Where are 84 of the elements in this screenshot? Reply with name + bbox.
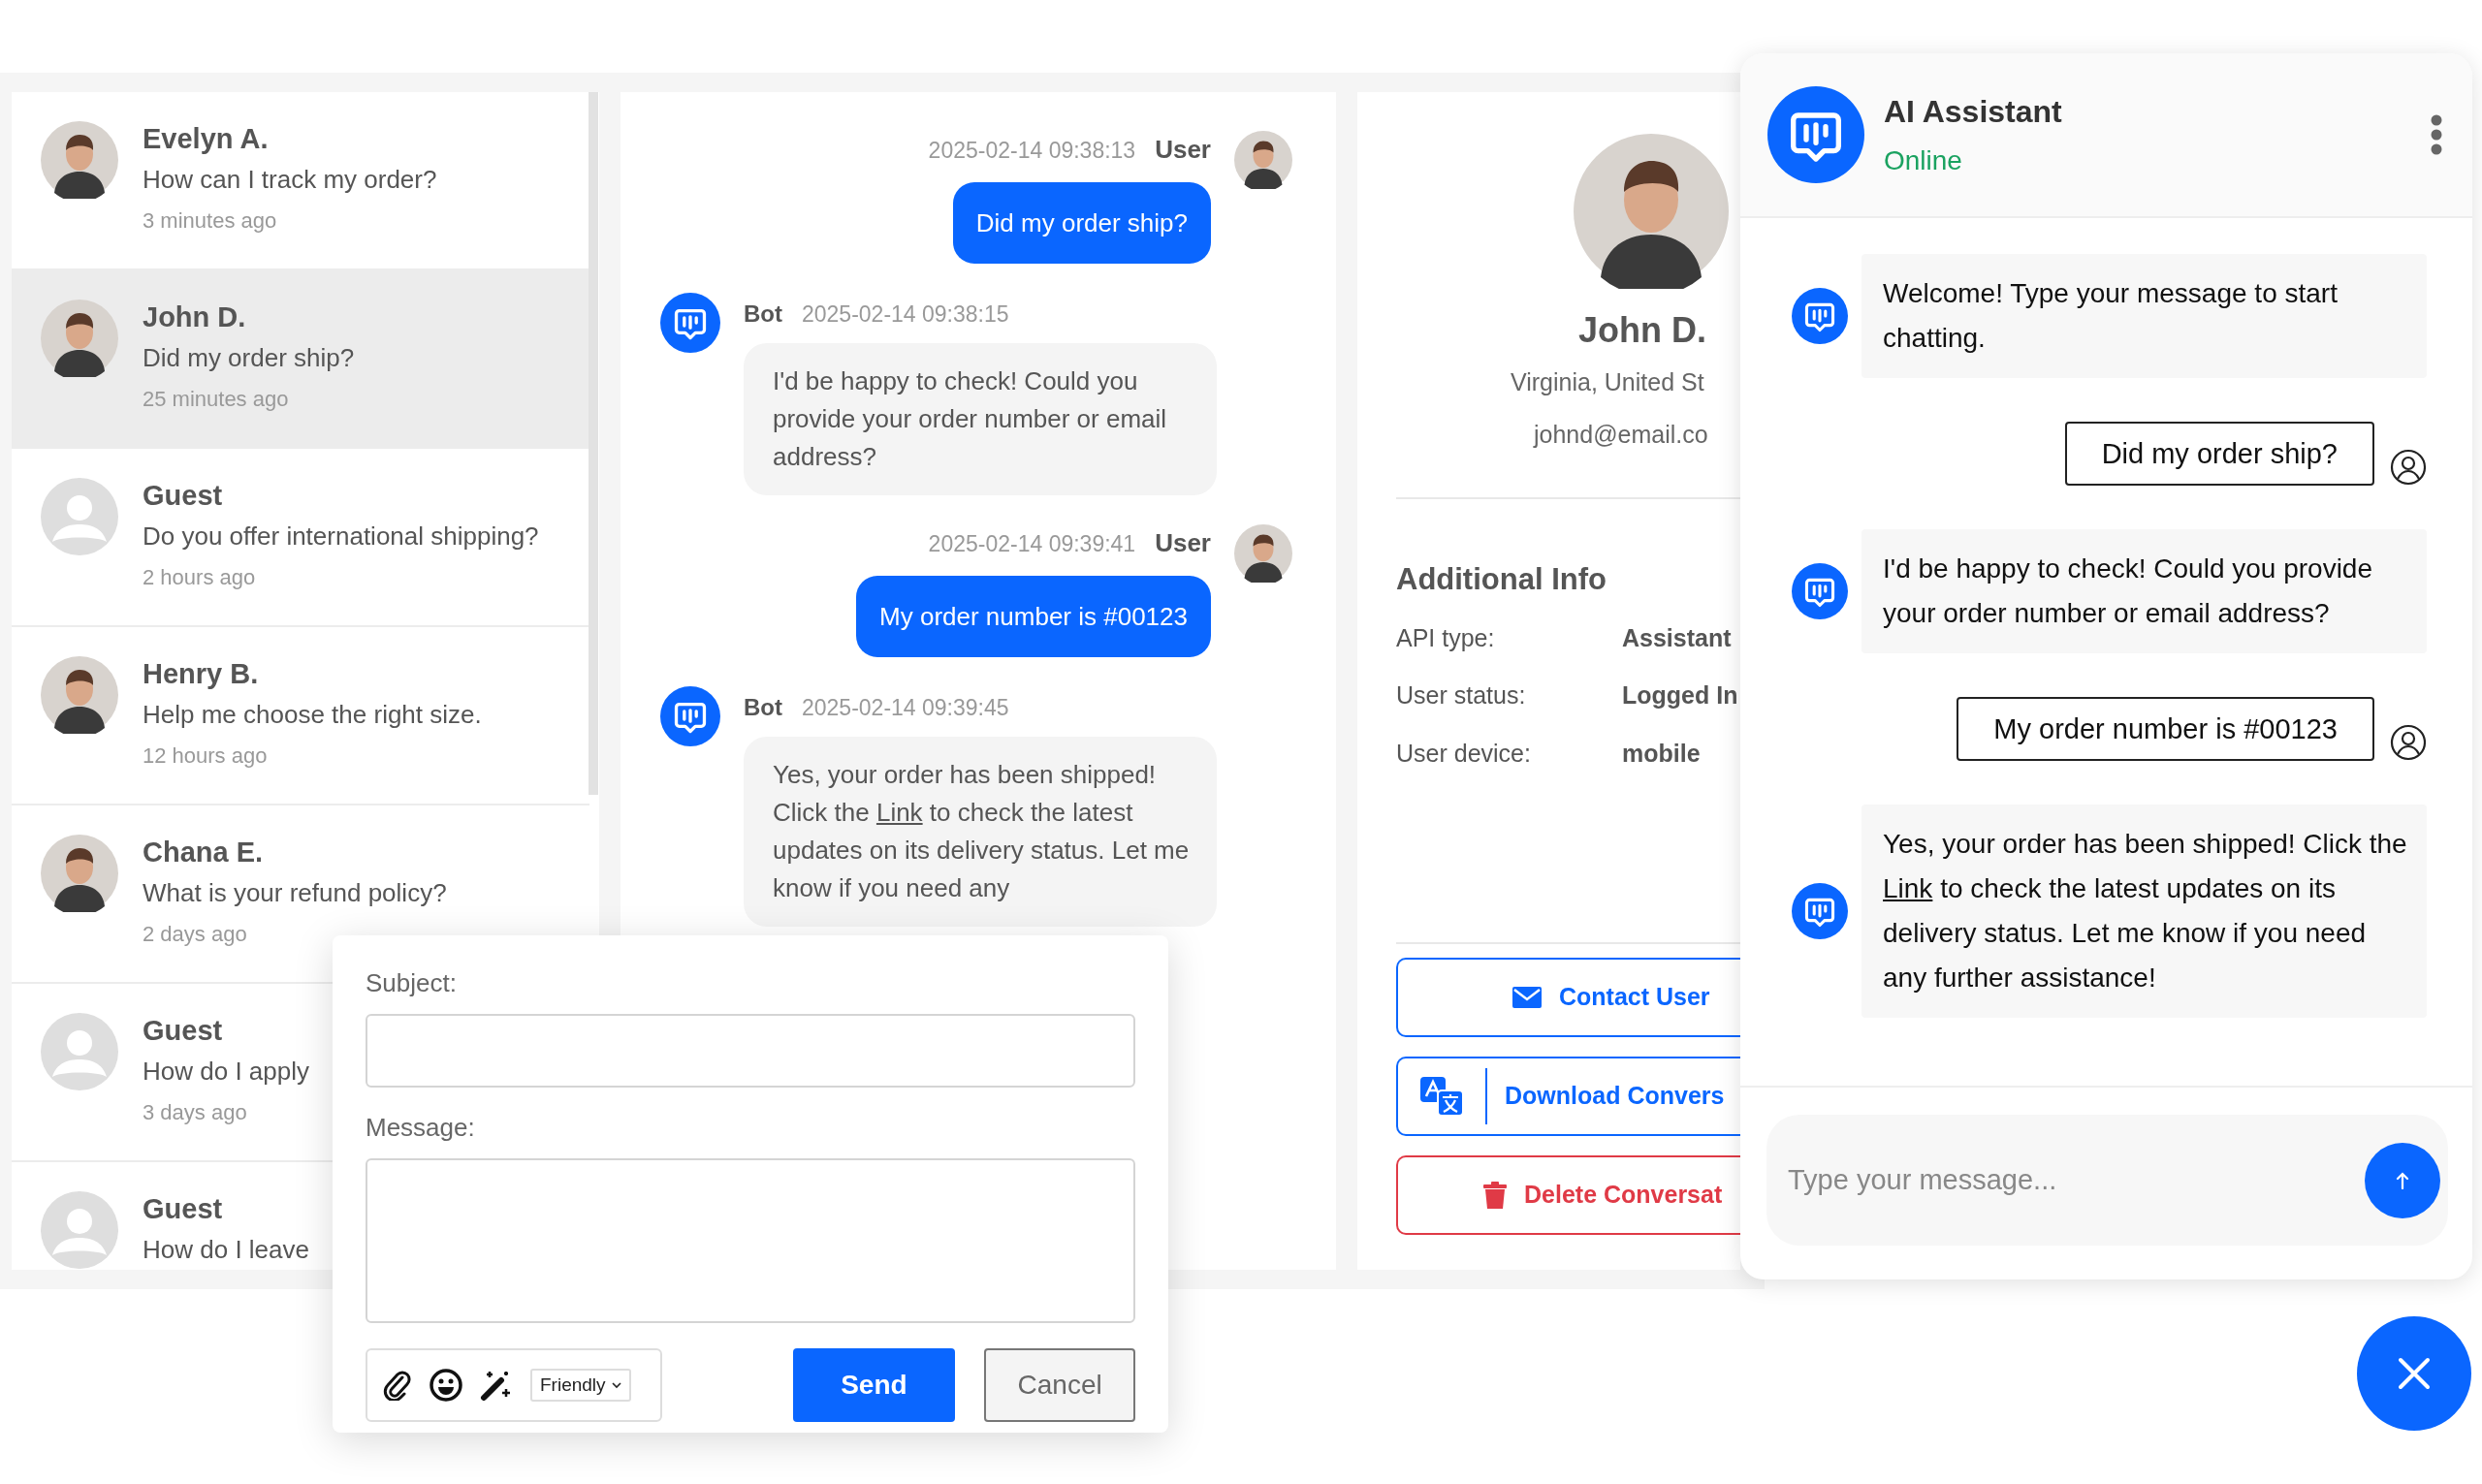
download-button[interactable]: Download Convers: [1396, 1057, 1740, 1136]
info-label: API type:: [1396, 622, 1496, 653]
location-text: Virginia, United St: [1511, 367, 1705, 397]
message-preview: Help me choose the right size.: [143, 699, 482, 731]
send-button[interactable]: Send: [792, 1348, 956, 1422]
smiley-icon[interactable]: [430, 1369, 462, 1402]
cancel-button[interactable]: Cancel: [984, 1348, 1135, 1422]
time-ago: 12 hours ago: [143, 742, 269, 770]
user-message: My order number is #00123: [856, 576, 1211, 657]
time-ago: 2 hours ago: [143, 564, 257, 591]
avatar: [1234, 524, 1292, 583]
user-icon: [2390, 724, 2427, 761]
info-label: User status:: [1396, 680, 1527, 710]
section-title: Additional Info: [1396, 561, 1607, 598]
contact-name: Guest: [143, 1014, 224, 1048]
sender-name: User: [1155, 134, 1211, 166]
delete-button[interactable]: Delete Conversat: [1396, 1155, 1740, 1235]
contact-name: Guest: [143, 479, 224, 513]
translate-icon: [1420, 1077, 1463, 1116]
bot-avatar-icon: [660, 686, 720, 746]
contact-name: Guest: [143, 1192, 224, 1226]
bot-message: Yes, your order has been shipped! Click the Link to check the latest updates on its delivery status. Let me know if you need any further assistance!: [1862, 805, 2427, 1018]
link[interactable]: Link: [875, 798, 923, 827]
contact-button[interactable]: Contact User: [1396, 958, 1740, 1037]
message-input[interactable]: Type your message...: [1766, 1115, 2448, 1246]
message-preview: How do I apply: [143, 1056, 309, 1088]
user-icon: [2390, 449, 2427, 486]
sender-name: Bot: [744, 693, 782, 722]
paperclip-icon[interactable]: [383, 1370, 412, 1401]
time-ago: 3 minutes ago: [143, 207, 278, 235]
bot-message: Welcome! Type your message to start chatting.: [1862, 254, 2427, 378]
message-preview: Do you offer international shipping?: [143, 521, 539, 553]
timestamp: 2025-02-14 09:39:41: [928, 530, 1136, 558]
close-icon: [2398, 1357, 2431, 1390]
timestamp: 2025-02-14 09:39:45: [802, 694, 1009, 722]
contact-name: Henry B.: [143, 657, 260, 691]
bot-message: Yes, your order has been shipped! Click the Link to check the latest updates on its delivery status. Let me know if you need any: [744, 737, 1217, 927]
sender-name: User: [1155, 527, 1211, 559]
bot-avatar-icon: [1792, 288, 1848, 344]
conversation-item[interactable]: John D. Did my order ship? 25 minutes ago: [12, 270, 589, 449]
sender-name: Bot: [744, 300, 782, 329]
message-preview: Did my order ship?: [143, 342, 355, 374]
assistant-logo-icon: [1767, 86, 1864, 183]
envelope-icon: [1512, 987, 1542, 1008]
user-message: Did my order ship?: [2064, 422, 2374, 486]
info-label: User device:: [1396, 738, 1532, 769]
user-message: My order number is #00123: [1957, 697, 2374, 761]
scrollbar[interactable]: [589, 92, 598, 795]
bot-avatar-icon: [1792, 563, 1848, 619]
field-label: Message:: [366, 1112, 476, 1144]
user-message: Did my order ship?: [952, 182, 1211, 264]
tone-dropdown[interactable]: Friendly: [530, 1369, 631, 1402]
message-preview: How can I track my order?: [143, 164, 437, 196]
info-value: Assistant: [1622, 622, 1732, 653]
email-text: johnd@email.co: [1534, 419, 1709, 450]
link[interactable]: Link: [1883, 873, 1933, 903]
bot-message: I'd be happy to check! Could you provide your order number or email address?: [744, 343, 1217, 495]
time-ago: 2 days ago: [143, 921, 248, 948]
info-value: Logged In: [1622, 680, 1738, 710]
more-icon[interactable]: [2430, 113, 2443, 156]
bot-avatar-icon: [1792, 883, 1848, 939]
profile-name: John D.: [1578, 309, 1707, 352]
assistant-title: AI Assistant: [1884, 93, 2062, 131]
timestamp: 2025-02-14 09:38:13: [928, 137, 1136, 165]
message-field[interactable]: [366, 1158, 1135, 1323]
info-value: mobile: [1622, 738, 1701, 769]
message-preview: What is your refund policy?: [143, 877, 447, 909]
avatar: [1234, 131, 1292, 189]
magic-wand-icon[interactable]: [480, 1369, 513, 1402]
contact-name: Chana E.: [143, 836, 265, 869]
status-text: Online: [1884, 144, 1963, 177]
arrow-up-icon: [2396, 1171, 2409, 1189]
bot-message: I'd be happy to check! Could you provide your order number or email address?: [1862, 529, 2427, 653]
time-ago: 25 minutes ago: [143, 386, 290, 413]
contact-name: John D.: [143, 300, 247, 334]
bot-avatar-icon: [660, 293, 720, 353]
subject-field[interactable]: [366, 1014, 1135, 1088]
time-ago: 3 days ago: [143, 1099, 248, 1126]
chevron-down-icon: [611, 1381, 621, 1389]
trash-icon: [1483, 1182, 1507, 1209]
contact-name: Evelyn A.: [143, 122, 270, 156]
message-field[interactable]: Type your message...: [1788, 1158, 2365, 1202]
timestamp: 2025-02-14 09:38:15: [802, 300, 1009, 329]
message-preview: How do I leave: [143, 1234, 309, 1266]
